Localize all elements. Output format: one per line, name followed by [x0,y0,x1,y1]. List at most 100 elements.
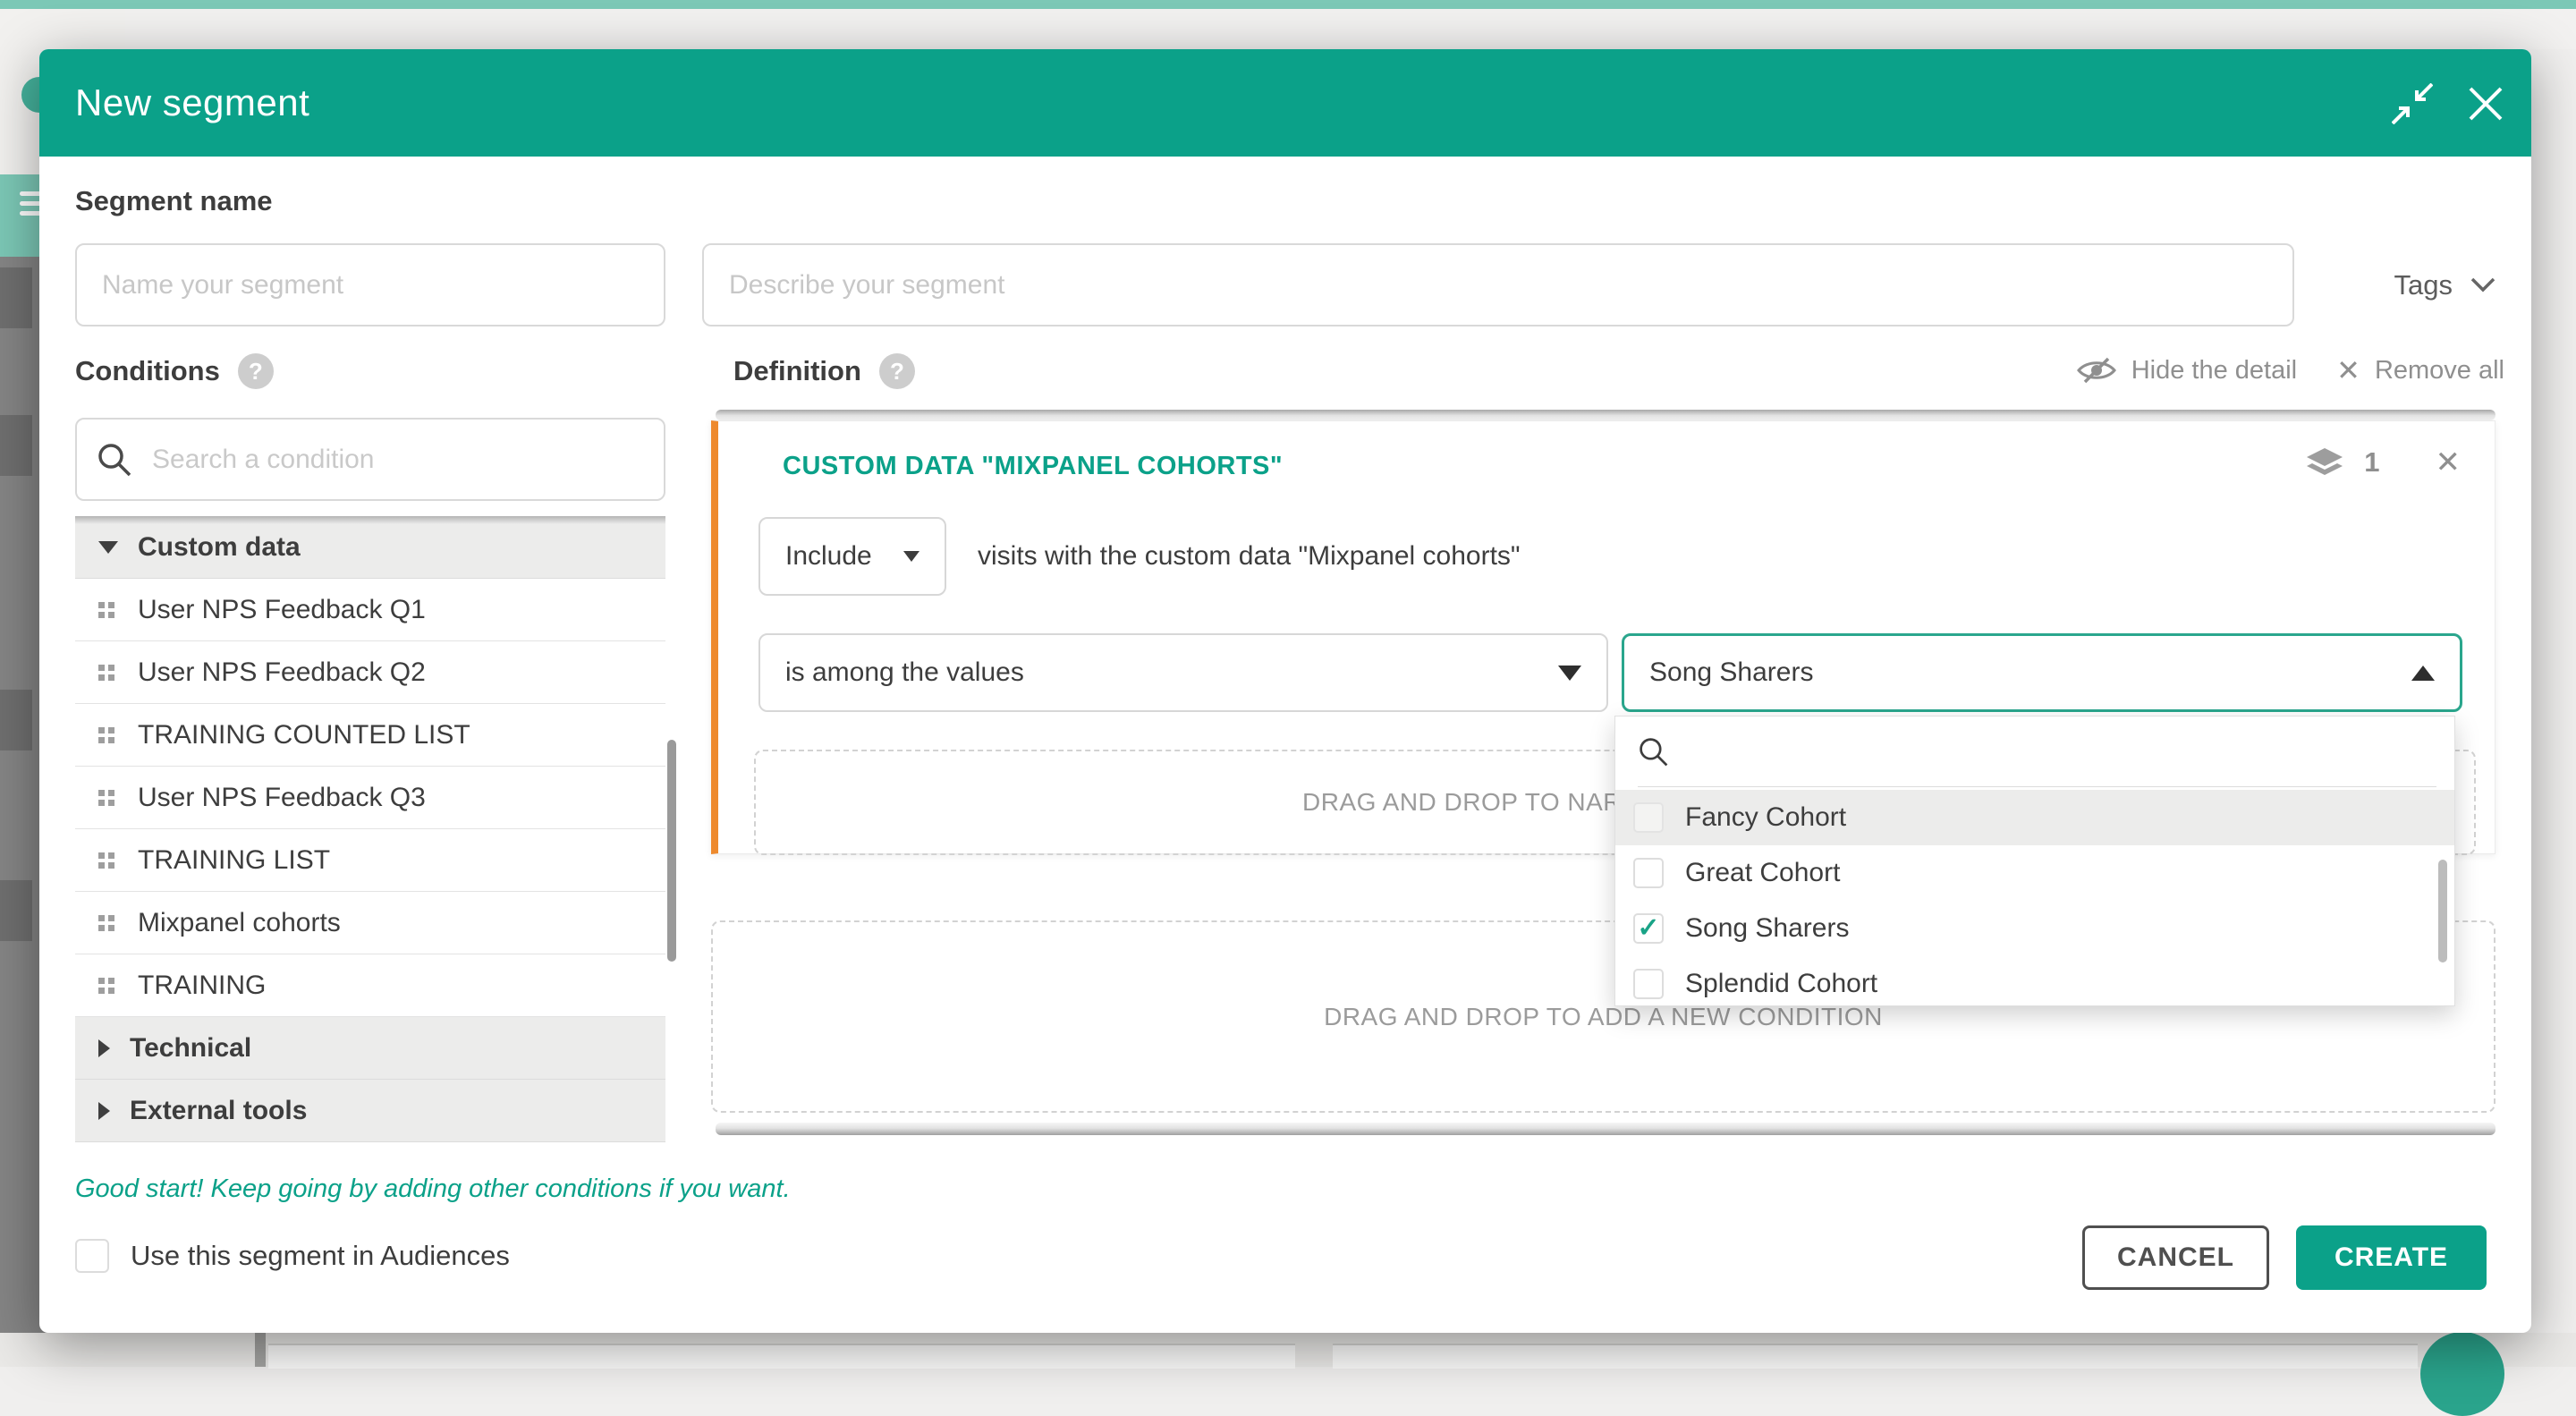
condition-search-input[interactable] [150,444,644,476]
sidebar-item-dimmed [0,415,32,476]
help-icon[interactable]: ? [879,353,915,389]
stack-count-badge: 1 [2364,446,2379,479]
drag-handle-icon [98,852,114,869]
condition-item[interactable]: TRAINING [75,954,665,1017]
segment-name-input[interactable] [75,243,665,326]
condition-item-label: User NPS Feedback Q3 [138,783,426,813]
value-dropdown-panel: Fancy Cohort Great Cohort ✓ Song Sharers… [1614,716,2455,1006]
sidebar-item-dimmed [0,880,32,941]
definition-scroll-shadow-bottom [716,1123,2496,1135]
condition-item[interactable]: TRAINING LIST [75,829,665,892]
conditions-scrollbar-thumb[interactable] [667,740,676,962]
background-fab-button [2420,1332,2504,1416]
segment-description-input[interactable] [702,243,2294,326]
segment-name-label: Segment name [75,185,273,217]
drag-handle-icon [98,665,114,681]
group-technical[interactable]: Technical [75,1017,665,1080]
include-value: Include [785,541,872,572]
checkbox-unchecked [1633,802,1664,833]
caret-right-icon [98,1102,110,1120]
search-icon [97,442,132,478]
tags-dropdown[interactable]: Tags [2394,243,2496,326]
checkbox-unchecked [1633,858,1664,888]
audiences-checkbox-row[interactable]: Use this segment in Audiences [75,1239,510,1273]
modal-header: New segment [39,49,2531,157]
background-panel [1333,1344,2418,1369]
x-icon: ✕ [2336,353,2360,387]
condition-item-label: TRAINING [138,971,266,1001]
drag-handle-icon [98,790,114,806]
caret-down-icon [98,541,118,554]
create-button[interactable]: CREATE [2296,1225,2487,1290]
condition-item[interactable]: User NPS Feedback Q3 [75,767,665,829]
background-panel [268,1344,1295,1369]
drag-handle-icon [98,602,114,618]
caret-right-icon [98,1039,110,1057]
condition-item[interactable]: User NPS Feedback Q2 [75,641,665,704]
condition-item-label: Mixpanel cohorts [138,908,341,938]
eye-off-icon [2076,357,2117,384]
dropdown-scrollbar-thumb[interactable] [2438,860,2447,962]
dropdown-separator [1638,786,2436,787]
hint-text: Good start! Keep going by adding other c… [75,1169,791,1209]
conditions-list: Custom data User NPS Feedback Q1 User NP… [75,516,665,1142]
definition-heading: Definition [733,355,861,387]
condition-item-label: TRAINING COUNTED LIST [138,720,470,750]
option-label: Song Sharers [1685,913,1849,944]
caret-down-icon [903,551,919,562]
layers-icon [2305,448,2344,477]
condition-item-label: User NPS Feedback Q1 [138,595,426,625]
caret-down-icon [1558,666,1581,681]
definition-scroll-shadow-top [716,410,2496,420]
group-custom-data[interactable]: Custom data [75,516,665,579]
condition-item[interactable]: User NPS Feedback Q1 [75,579,665,641]
condition-description: visits with the custom data "Mixpanel co… [978,517,1521,596]
drag-handle-icon [98,727,114,743]
hide-detail-button[interactable]: Hide the detail [2076,356,2297,386]
search-icon [1638,736,1670,768]
operator-value: is among the values [785,657,1024,688]
tags-label: Tags [2394,269,2453,301]
cancel-button[interactable]: CANCEL [2082,1225,2269,1290]
checkbox-checked: ✓ [1633,913,1664,944]
sidebar-item-dimmed [0,690,32,750]
include-select[interactable]: Include [758,517,946,596]
option-splendid-cohort[interactable]: Splendid Cohort [1615,956,2454,1012]
remove-all-button[interactable]: ✕ Remove all [2336,353,2504,387]
group-label: External tools [130,1096,307,1126]
group-label: Custom data [138,532,301,563]
drag-handle-icon [98,915,114,931]
option-song-sharers[interactable]: ✓ Song Sharers [1615,901,2454,956]
caret-up-icon [2411,666,2435,681]
modal-title: New segment [75,49,309,157]
checkbox-unchecked[interactable] [75,1239,109,1273]
condition-close-icon[interactable]: ✕ [2436,445,2462,480]
remove-all-label: Remove all [2375,356,2504,386]
option-label: Fancy Cohort [1685,802,1846,833]
narrow-dropzone-label: DRAG AND DROP TO NAR [756,751,1622,853]
condition-search [75,418,665,501]
drag-handle-icon [98,978,114,994]
condition-item[interactable]: Mixpanel cohorts [75,892,665,954]
background-bottom-divider [255,1333,266,1367]
selected-value: Song Sharers [1649,657,1813,688]
condition-item-label: TRAINING LIST [138,845,330,876]
collapse-icon[interactable] [2392,83,2433,124]
option-great-cohort[interactable]: Great Cohort [1615,845,2454,901]
background-top-strip [0,0,2576,9]
option-fancy-cohort[interactable]: Fancy Cohort [1615,790,2454,845]
value-multiselect[interactable]: Song Sharers [1622,633,2462,712]
condition-item[interactable]: TRAINING COUNTED LIST [75,704,665,767]
background-upper-area [0,9,2576,49]
help-icon[interactable]: ? [238,353,274,389]
sidebar-item-dimmed [0,267,32,328]
group-external-tools[interactable]: External tools [75,1080,665,1142]
chevron-down-icon [2470,277,2496,293]
condition-card-title: CUSTOM DATA "MIXPANEL COHORTS" [783,452,1283,481]
operator-select[interactable]: is among the values [758,633,1608,712]
new-segment-modal: New segment Segment name Tags Conditions… [39,49,2531,1333]
option-label: Great Cohort [1685,858,1840,888]
hide-detail-label: Hide the detail [2131,356,2297,386]
close-icon[interactable] [2465,83,2506,124]
condition-item-label: User NPS Feedback Q2 [138,657,426,688]
